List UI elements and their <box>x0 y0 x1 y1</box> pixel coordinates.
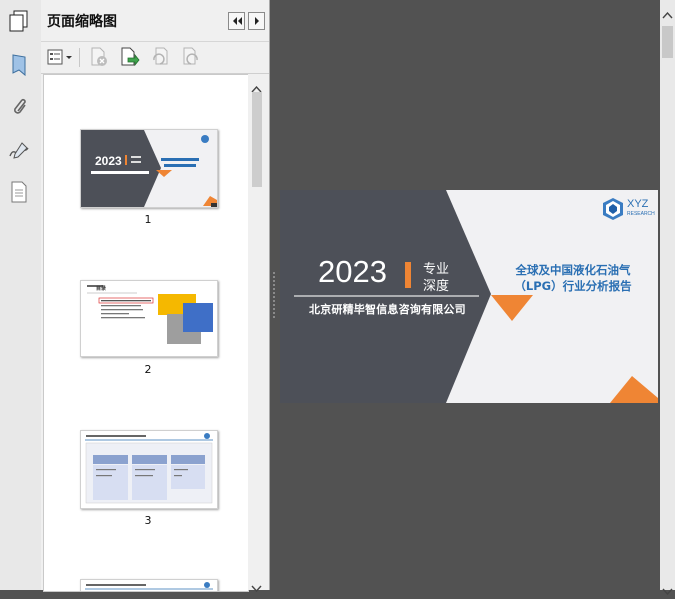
slide-orange-bar <box>405 262 411 288</box>
thumbnail-scrollbar-thumb[interactable] <box>252 92 262 187</box>
insert-page-icon[interactable] <box>120 47 140 67</box>
attachments-icon[interactable] <box>5 92 33 122</box>
xyz-logo-icon <box>603 198 623 220</box>
thumbnail-toolbar <box>41 42 269 74</box>
slide-logo-sub: RESEARCH <box>627 211 655 217</box>
doc-scrollbar-thumb[interactable] <box>662 26 673 58</box>
slide-logo-text: XYZ <box>627 198 649 210</box>
panel-splitter[interactable] <box>270 0 278 590</box>
thumbnail-page-3[interactable] <box>80 430 218 509</box>
signatures-icon[interactable] <box>5 135 33 165</box>
slide-year: 2023 <box>318 254 387 289</box>
collapse-panel-button[interactable] <box>228 12 245 30</box>
thumbnail-page-4[interactable] <box>80 579 218 591</box>
document-page: 2023 专业 深度 北京研精毕智信息咨询有限公司 全球及中国液化石油气 （LP… <box>280 190 658 403</box>
slide-company: 北京研精毕智信息咨询有限公司 <box>309 303 466 316</box>
toolbar-divider <box>79 48 80 67</box>
panel-header: 页面缩略图 <box>41 0 269 42</box>
navigation-strip <box>0 0 42 590</box>
delete-page-icon[interactable] <box>89 47 109 67</box>
thumbnail-page-number: 2 <box>144 363 152 376</box>
bookmarks-icon[interactable] <box>5 50 33 80</box>
splitter-grip[interactable] <box>273 272 275 320</box>
layers-document-icon[interactable] <box>5 177 33 207</box>
thumbnail-page-1[interactable]: 2023 <box>80 129 218 208</box>
thumb1-year: 2023 <box>95 154 122 168</box>
slide-tag-line2: 深度 <box>423 279 450 294</box>
page-thumbnails-icon[interactable] <box>5 6 33 36</box>
rotate-right-icon[interactable] <box>181 47 201 67</box>
slide-orange-triangle <box>491 295 533 321</box>
thumbnail-list[interactable]: 2023 1 目录 2 3 <box>43 74 249 592</box>
document-scrollbar[interactable] <box>660 0 675 596</box>
thumbnail-page-number: 3 <box>144 514 152 527</box>
options-menu-button[interactable] <box>47 47 73 67</box>
slide-report-title-1: 全球及中国液化石油气 <box>515 263 631 277</box>
slide-corner-triangle <box>610 376 658 403</box>
thumbnail-scrollbar[interactable] <box>248 74 265 593</box>
scroll-down-arrow-icon[interactable] <box>251 577 262 596</box>
page-thumbnails-panel: 页面缩略图 2023 1 目录 2 3 <box>41 0 270 593</box>
doc-scroll-up-arrow-icon[interactable] <box>662 4 673 23</box>
expand-panel-button[interactable] <box>248 12 265 30</box>
thumbnail-page-number: 1 <box>144 213 152 226</box>
thumb2-toc-heading: 目录 <box>96 285 106 292</box>
slide-report-title-2: （LPG）行业分析报告 <box>514 279 632 293</box>
thumbnail-page-2[interactable]: 目录 <box>80 280 218 357</box>
rotate-left-icon[interactable] <box>150 47 170 67</box>
panel-title: 页面缩略图 <box>47 14 117 30</box>
